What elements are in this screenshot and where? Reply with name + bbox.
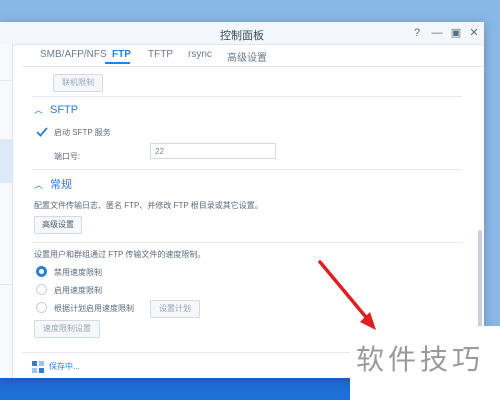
annotation-arrow-icon <box>318 260 376 330</box>
